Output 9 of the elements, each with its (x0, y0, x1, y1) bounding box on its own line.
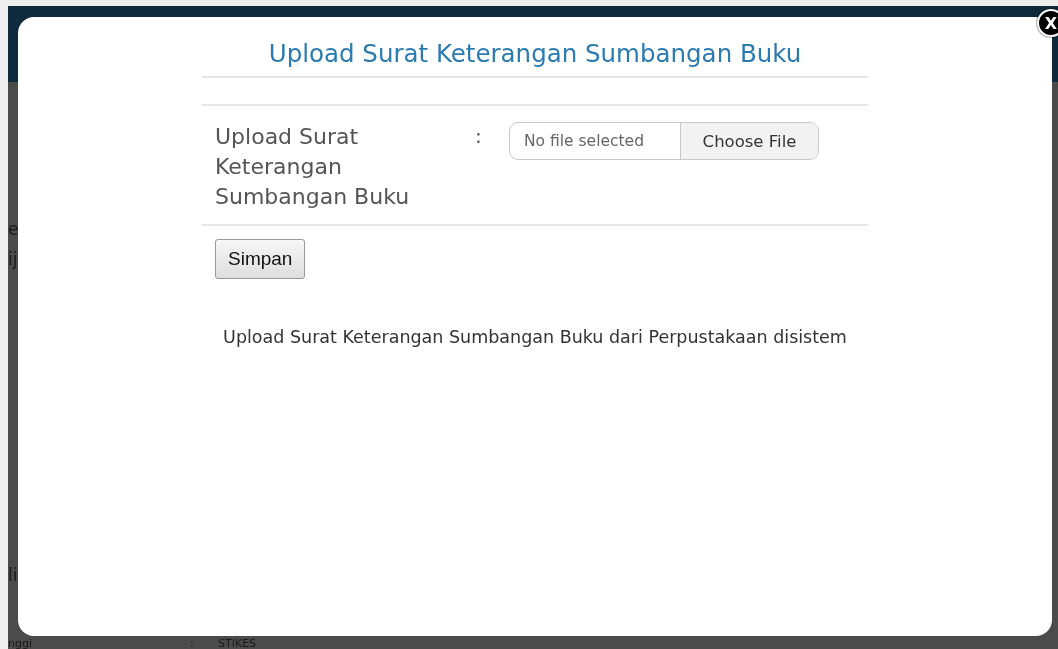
description-text: Upload Surat Keterangan Sumbangan Buku dari Perpustakaan disistem (223, 327, 847, 347)
dialog-title: Upload Surat Keterangan Sumbangan Buku (202, 39, 868, 78)
choose-file-button[interactable]: Choose File (680, 123, 818, 159)
save-button[interactable]: Simpan (215, 239, 306, 279)
field-label: Upload Surat Keterangan Sumbangan Buku (215, 123, 411, 211)
background-text: : (190, 638, 195, 649)
field-separator: : (475, 123, 483, 150)
close-button[interactable]: X (1037, 9, 1058, 37)
file-input-field[interactable]: No file selected Choose File (509, 122, 819, 160)
